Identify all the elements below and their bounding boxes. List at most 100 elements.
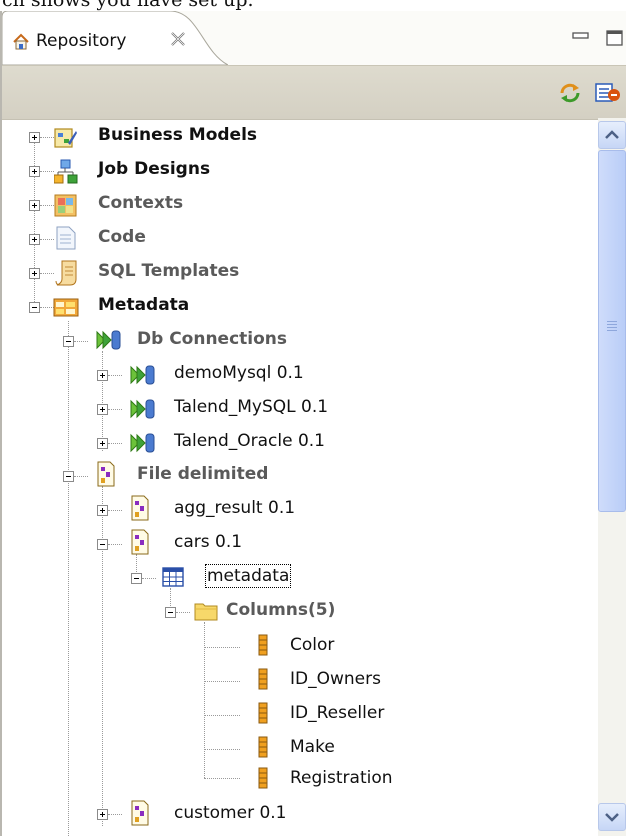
tree-connector — [204, 778, 240, 779]
code-file-icon — [56, 226, 76, 254]
expand-toggle-db-item[interactable] — [97, 438, 108, 449]
tree-item-metadata[interactable]: Metadata — [98, 295, 189, 315]
tree-item-contexts[interactable]: Contexts — [98, 193, 183, 213]
tree-connector — [176, 612, 190, 613]
expand-toggle-contexts[interactable] — [29, 200, 40, 211]
tree-item-code[interactable]: Code — [98, 227, 146, 247]
scrollbar-grip — [607, 327, 617, 328]
expand-toggle-sql-templates[interactable] — [29, 268, 40, 279]
scrollbar-grip — [607, 321, 617, 322]
scroll-up-button[interactable] — [598, 121, 626, 149]
db-connection-icon — [130, 431, 156, 459]
tree-connector — [108, 814, 122, 815]
expand-toggle-file-item[interactable] — [97, 505, 108, 516]
tree-connector — [108, 375, 122, 376]
refresh-sync-icon[interactable] — [558, 81, 582, 109]
tree-item-file[interactable]: agg_result 0.1 — [174, 498, 295, 518]
tree-connector — [40, 205, 54, 206]
tree-item-columns[interactable]: Columns(5) — [226, 600, 335, 620]
tree-connector — [204, 715, 240, 716]
business-model-icon — [54, 126, 78, 154]
tree-item-sql-templates[interactable]: SQL Templates — [98, 261, 239, 281]
contexts-icon — [54, 194, 78, 222]
tree-item-db[interactable]: Talend_Oracle 0.1 — [174, 431, 325, 451]
tree-item-column[interactable]: ID_Reseller — [290, 703, 384, 723]
tab-title: Repository — [36, 31, 127, 51]
chevron-down-icon — [605, 813, 619, 822]
collapse-toggle-metadata[interactable] — [29, 302, 40, 313]
tree-connector — [74, 476, 88, 477]
tree-item-column[interactable]: Make — [290, 737, 335, 757]
tree-item-db[interactable]: demoMysql 0.1 — [174, 363, 304, 383]
column-icon — [256, 668, 270, 694]
file-delimited-icon — [96, 461, 116, 491]
expand-toggle-db-item[interactable] — [97, 370, 108, 381]
tree-connector — [74, 341, 88, 342]
tree-item-job-designs[interactable]: Job Designs — [98, 159, 210, 179]
tree-item-file[interactable]: cars 0.1 — [174, 532, 242, 552]
column-icon — [256, 736, 270, 762]
tree-item-db[interactable]: Talend_MySQL 0.1 — [174, 397, 328, 417]
tree-connector — [40, 273, 54, 274]
tree-connector — [102, 351, 103, 451]
tree-connector — [108, 409, 122, 410]
scroll-down-button[interactable] — [598, 803, 626, 831]
collapse-toggle-file-delimited[interactable] — [63, 471, 74, 482]
tree-item-column[interactable]: ID_Owners — [290, 669, 381, 689]
tree-connector — [40, 239, 54, 240]
db-connection-icon — [130, 363, 156, 391]
tree-connector — [108, 443, 122, 444]
tree-connector — [108, 510, 122, 511]
tab-bar: Repository — [2, 11, 626, 65]
scrollbar-grip — [607, 324, 617, 325]
table-icon — [162, 567, 184, 591]
tree-connector — [142, 578, 156, 579]
collapse-toggle-db-connections[interactable] — [63, 336, 74, 347]
expand-toggle-db-item[interactable] — [97, 404, 108, 415]
tree-item-file-delimited[interactable]: File delimited — [137, 464, 268, 484]
file-delimited-icon — [130, 529, 150, 559]
tree-item-db-connections[interactable]: Db Connections — [137, 329, 287, 349]
vertical-scrollbar[interactable] — [598, 118, 626, 836]
tree-item-column[interactable]: Registration — [290, 768, 393, 788]
collapse-toggle-cars[interactable] — [97, 539, 108, 550]
expand-toggle-file-item[interactable] — [97, 809, 108, 820]
scrollbar-thumb[interactable] — [598, 150, 626, 512]
expand-toggle-business-models[interactable] — [29, 132, 40, 143]
db-connection-icon — [96, 328, 122, 356]
tree-connector — [204, 749, 240, 750]
maximize-icon[interactable] — [605, 28, 625, 52]
tree-connector — [204, 647, 240, 648]
tree-connector — [102, 486, 103, 826]
file-delimited-icon — [130, 495, 150, 525]
repository-tree: Business Models Job Designs Contexts Cod… — [0, 118, 598, 836]
collapse-toggle-columns[interactable] — [165, 607, 176, 618]
tree-connector — [108, 544, 122, 545]
folder-icon — [194, 601, 218, 625]
view-menu-icon[interactable] — [595, 81, 621, 109]
tree-item-column[interactable]: Color — [290, 635, 334, 655]
tree-connector — [40, 137, 54, 138]
tab-repository[interactable]: Repository — [2, 11, 228, 65]
repository-home-icon — [12, 33, 30, 55]
column-icon — [256, 702, 270, 728]
tree-connector — [68, 476, 69, 836]
column-icon — [256, 767, 270, 793]
tree-item-file[interactable]: customer 0.1 — [174, 803, 287, 823]
column-icon — [256, 634, 270, 660]
db-connection-icon — [130, 397, 156, 425]
tree-item-table-metadata[interactable]: metadata — [204, 564, 292, 588]
expand-toggle-code[interactable] — [29, 234, 40, 245]
minimize-icon[interactable] — [571, 28, 591, 48]
file-delimited-icon — [130, 800, 150, 830]
expand-toggle-job-designs[interactable] — [29, 166, 40, 177]
view-toolbar — [2, 65, 626, 120]
scrollbar-grip — [607, 330, 617, 331]
collapse-toggle-table-metadata[interactable] — [131, 573, 142, 584]
metadata-icon — [53, 295, 79, 323]
clipped-heading: ch shows you have set up. — [2, 0, 254, 11]
close-icon[interactable] — [170, 31, 186, 51]
sql-templates-scroll-icon — [54, 259, 80, 291]
tree-item-business-models[interactable]: Business Models — [98, 125, 257, 145]
tree-connector — [204, 622, 205, 778]
